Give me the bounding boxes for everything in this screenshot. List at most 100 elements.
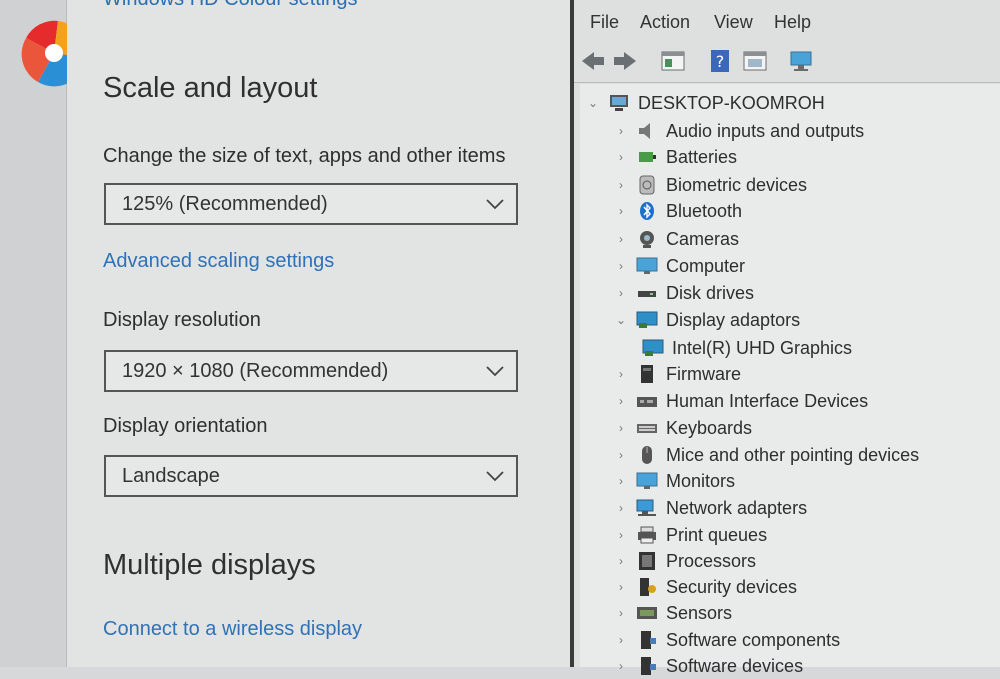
update-driver-icon[interactable] — [742, 49, 768, 73]
tree-item-mice[interactable]: › Mice and other pointing devices — [614, 442, 919, 468]
advanced-scaling-link[interactable]: Advanced scaling settings — [103, 250, 334, 273]
expand-arrow-icon[interactable]: › — [614, 501, 628, 515]
software-device-icon — [641, 657, 656, 675]
tree-root[interactable]: ⌄ DESKTOP-KOOMROH — [586, 90, 825, 116]
hd-colour-settings-link[interactable]: Windows HD Colour settings — [103, 0, 358, 11]
tree-item-cameras[interactable]: › Cameras — [614, 226, 739, 252]
mouse-icon — [642, 446, 652, 464]
scale-label: Change the size of text, apps and other … — [103, 145, 506, 167]
scale-dropdown-value: 125% (Recommended) — [122, 192, 328, 215]
multiple-displays-heading: Multiple displays — [103, 549, 316, 581]
forward-arrow-icon[interactable] — [612, 49, 638, 73]
expand-arrow-icon[interactable]: › — [614, 286, 628, 300]
display-adapter-icon — [642, 339, 664, 356]
expand-arrow-icon[interactable]: › — [614, 124, 628, 138]
tree-item-intel-uhd-graphics[interactable]: Intel(R) UHD Graphics — [642, 335, 852, 361]
tree-item-keyboards[interactable]: › Keyboards — [614, 415, 752, 441]
menu-view[interactable]: View — [714, 12, 753, 33]
scan-hardware-icon[interactable] — [788, 49, 814, 73]
tree-item-label: Network adapters — [666, 497, 808, 518]
speaker-icon — [639, 123, 650, 139]
tree-item-print-queues[interactable]: › Print queues — [614, 522, 767, 548]
tree-item-bluetooth[interactable]: › Bluetooth — [614, 198, 742, 224]
device-tree: ⌄ DESKTOP-KOOMROH › Audio inputs and out… — [580, 84, 1000, 676]
sensor-icon — [637, 607, 657, 619]
resolution-dropdown[interactable]: 1920 × 1080 (Recommended) — [104, 350, 518, 392]
back-arrow-icon[interactable] — [580, 49, 606, 73]
resolution-dropdown-value: 1920 × 1080 (Recommended) — [122, 359, 389, 382]
menu-help[interactable]: Help — [774, 12, 811, 33]
tree-item-display-adaptors[interactable]: ⌄ Display adaptors — [614, 307, 800, 333]
tree-item-label: Display adaptors — [666, 309, 801, 330]
tree-item-label: Firmware — [666, 363, 741, 384]
scale-dropdown[interactable]: 125% (Recommended) — [104, 183, 518, 225]
expand-arrow-icon[interactable]: › — [614, 367, 628, 381]
computer-name: DESKTOP-KOOMROH — [638, 92, 825, 113]
tree-item-label: Processors — [666, 550, 757, 571]
tree-item-software-components[interactable]: › Software components — [614, 627, 840, 653]
chevron-down-icon — [486, 199, 504, 210]
tree-item-software-devices[interactable]: › Software devices — [614, 653, 803, 679]
expand-arrow-icon[interactable]: › — [614, 394, 628, 408]
tree-item-firmware[interactable]: › Firmware — [614, 361, 741, 387]
monitor-icon — [636, 472, 658, 489]
computer-icon — [610, 95, 628, 111]
display-settings-panel: Windows HD Colour settings Scale and lay… — [67, 0, 570, 667]
expand-arrow-icon[interactable]: › — [614, 580, 628, 594]
expand-arrow-icon[interactable]: › — [614, 150, 628, 164]
tree-item-computer[interactable]: › Computer — [614, 253, 745, 279]
tree-item-label: Software devices — [666, 655, 804, 676]
properties-icon[interactable] — [660, 49, 686, 73]
tree-item-label: Intel(R) UHD Graphics — [672, 337, 853, 358]
expand-arrow-icon[interactable]: › — [614, 528, 628, 542]
camera-icon — [640, 231, 654, 248]
tree-item-monitors[interactable]: › Monitors — [614, 468, 735, 494]
menu-action[interactable]: Action — [640, 12, 690, 33]
tree-item-label: Print queues — [666, 524, 768, 545]
expand-arrow-icon[interactable]: ⌄ — [586, 96, 600, 110]
firmware-icon — [641, 365, 653, 383]
expand-arrow-icon[interactable]: › — [614, 178, 628, 192]
hid-icon — [637, 397, 657, 407]
tree-item-label: Mice and other pointing devices — [666, 444, 920, 465]
tree-item-disk-drives[interactable]: › Disk drives — [614, 280, 754, 306]
tree-item-batteries[interactable]: › Batteries — [614, 144, 737, 170]
expand-arrow-icon[interactable]: › — [614, 204, 628, 218]
tree-item-biometric[interactable]: › Biometric devices — [614, 172, 807, 198]
help-icon[interactable]: ? — [708, 49, 734, 73]
tree-item-label: Batteries — [666, 146, 738, 167]
expand-arrow-icon[interactable]: › — [614, 232, 628, 246]
tree-item-sensors[interactable]: › Sensors — [614, 600, 732, 626]
expand-arrow-icon[interactable]: › — [614, 448, 628, 462]
tree-item-audio[interactable]: › Audio inputs and outputs — [614, 118, 864, 144]
tree-item-label: Audio inputs and outputs — [666, 120, 865, 141]
tree-item-label: Human Interface Devices — [666, 390, 869, 411]
expand-arrow-icon[interactable]: › — [614, 474, 628, 488]
tree-item-label: Computer — [666, 255, 746, 276]
display-adapter-icon — [636, 311, 658, 328]
expand-arrow-icon[interactable]: › — [614, 259, 628, 273]
keyboard-icon — [637, 424, 657, 433]
expand-arrow-icon[interactable]: › — [614, 633, 628, 647]
expand-arrow-icon[interactable]: › — [614, 421, 628, 435]
tree-item-hid[interactable]: › Human Interface Devices — [614, 388, 868, 414]
wireless-display-link[interactable]: Connect to a wireless display — [103, 618, 362, 641]
tree-item-network-adapters[interactable]: › Network adapters — [614, 495, 807, 521]
fingerprint-icon — [639, 175, 655, 195]
menu-bar: File Action View Help — [574, 0, 1000, 40]
tree-item-label: Disk drives — [666, 282, 755, 303]
chevron-down-icon — [486, 471, 504, 482]
menu-file[interactable]: File — [590, 12, 619, 33]
tree-item-label: Bluetooth — [666, 200, 743, 221]
tree-item-label: Sensors — [666, 602, 733, 623]
orientation-dropdown-value: Landscape — [122, 464, 220, 487]
expand-arrow-icon[interactable]: › — [614, 659, 628, 673]
orientation-label: Display orientation — [103, 415, 268, 437]
expand-arrow-icon[interactable]: › — [614, 554, 628, 568]
orientation-dropdown[interactable]: Landscape — [104, 455, 518, 497]
collapse-arrow-icon[interactable]: ⌄ — [614, 313, 628, 327]
processor-icon — [639, 552, 655, 570]
tree-item-processors[interactable]: › Processors — [614, 548, 756, 574]
tree-item-security-devices[interactable]: › Security devices — [614, 574, 797, 600]
expand-arrow-icon[interactable]: › — [614, 606, 628, 620]
